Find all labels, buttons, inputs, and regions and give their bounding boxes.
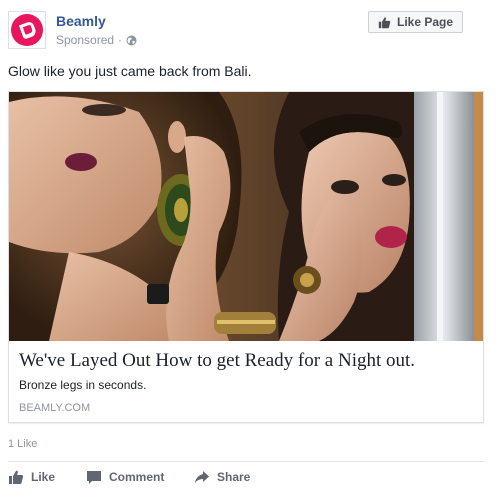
action-divider	[8, 461, 484, 462]
like-label: Like	[31, 470, 56, 484]
comment-label: Comment	[109, 470, 165, 484]
sponsored-post: Beamly Sponsored · Like Page Glow like y…	[0, 0, 498, 494]
link-headline[interactable]: We've Layed Out How to get Ready for a N…	[19, 350, 415, 372]
separator-dot: ·	[118, 33, 123, 47]
share-button[interactable]: Share	[194, 469, 250, 485]
globe-icon[interactable]	[126, 35, 137, 46]
link-domain: BEAMLY.COM	[19, 402, 91, 414]
comment-button[interactable]: Comment	[86, 469, 164, 485]
beamly-logo-icon	[11, 14, 43, 46]
link-preview[interactable]: We've Layed Out How to get Ready for a N…	[8, 91, 484, 423]
thumbs-up-icon	[9, 470, 24, 484]
link-description: Bronze legs in seconds.	[19, 378, 147, 392]
like-page-label: Like Page	[396, 15, 454, 29]
share-label: Share	[217, 470, 251, 484]
sponsored-line: Sponsored ·	[56, 33, 137, 47]
page-avatar[interactable]	[8, 11, 46, 49]
like-button[interactable]: Like	[8, 469, 55, 485]
sponsored-label[interactable]: Sponsored	[56, 33, 114, 47]
comment-icon	[87, 471, 101, 484]
page-name-link[interactable]: Beamly	[56, 13, 106, 29]
thumbs-up-icon	[378, 16, 391, 28]
like-count[interactable]: 1 Like	[8, 438, 37, 450]
action-bar: Like Comment Share	[8, 469, 488, 489]
post-text: Glow like you just came back from Bali.	[8, 63, 252, 79]
share-icon	[195, 471, 209, 483]
like-page-button[interactable]: Like Page	[368, 11, 463, 33]
ad-image[interactable]	[9, 92, 483, 341]
